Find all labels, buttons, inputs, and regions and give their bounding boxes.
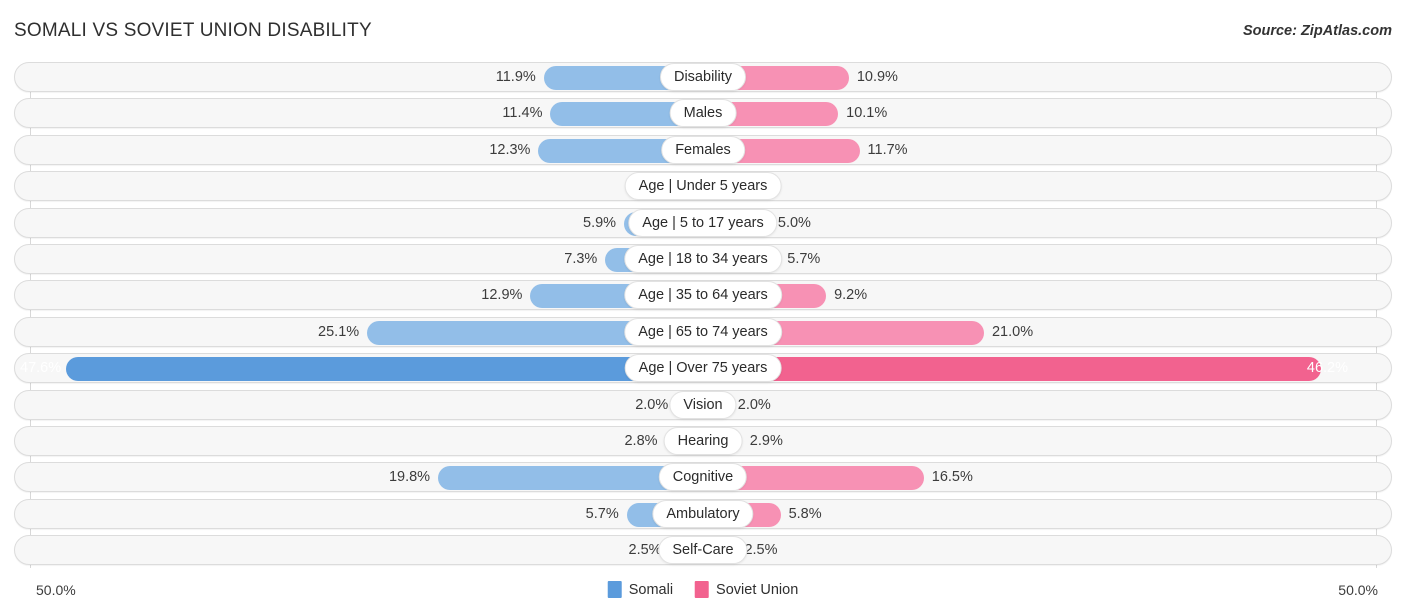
value-label-somali: 12.9% <box>481 287 523 304</box>
legend-item[interactable]: Soviet Union <box>695 581 798 598</box>
square-swatch-icon <box>695 581 710 598</box>
legend-label: Soviet Union <box>716 581 799 598</box>
legend-item[interactable]: Somali <box>607 581 674 598</box>
bar-row: 12.9% 9.2% Age | 35 to 64 years <box>0 280 1406 311</box>
value-label-soviet-union: 16.5% <box>931 469 973 486</box>
category-label: Males <box>669 99 737 128</box>
value-label-somali: 2.5% <box>628 542 662 559</box>
category-label: Hearing <box>663 426 743 455</box>
bar-row: 5.7% 5.8% Ambulatory <box>0 498 1406 529</box>
category-label: Cognitive <box>658 463 748 492</box>
source-attribution: Source: ZipAtlas.com <box>1242 23 1392 39</box>
value-label-soviet-union: 11.7% <box>867 141 908 158</box>
chart-legend: Somali Soviet Union <box>607 581 798 598</box>
value-label-soviet-union: 5.0% <box>777 214 811 231</box>
value-label-soviet-union: 2.5% <box>744 542 778 559</box>
category-label: Vision <box>669 390 737 419</box>
value-label-soviet-union: 9.2% <box>834 287 868 304</box>
category-label: Age | Under 5 years <box>624 172 782 201</box>
bar-soviet-union <box>703 357 1322 382</box>
axis-label-right: 50.0% <box>1338 582 1378 598</box>
bar-row: 7.3% 5.7% Age | 18 to 34 years <box>0 243 1406 274</box>
bar-row: 12.3% 11.7% Females <box>0 134 1406 165</box>
value-label-somali: 5.7% <box>585 505 619 522</box>
value-label-soviet-union: 21.0% <box>991 323 1034 340</box>
value-label-soviet-union: 5.7% <box>787 250 821 267</box>
value-label-soviet-union: 10.1% <box>846 105 888 122</box>
category-label: Age | 65 to 74 years <box>624 317 782 346</box>
square-swatch-icon <box>607 581 622 598</box>
bar-row: 1.2%0.95%Age | Under 5 years <box>0 171 1406 202</box>
value-label-somali: 2.0% <box>635 396 669 413</box>
value-label-somali: 12.3% <box>489 141 531 158</box>
bar-row: 5.9% 5.0% Age | 5 to 17 years <box>0 207 1406 238</box>
axis-label-left: 50.0% <box>36 582 76 598</box>
chart-plot-area: 11.9% 10.9% Disability 11.4% 10.1% Males 12.3%… <box>0 62 1406 574</box>
category-label: Disability <box>659 63 747 91</box>
bar-row: 11.4% 10.1% Males <box>0 98 1406 129</box>
value-label-soviet-union: 2.9% <box>749 432 783 449</box>
value-label-somali: 7.3% <box>564 250 598 267</box>
bar-row: 2.5% 2.5% Self-Care <box>0 535 1406 566</box>
value-label-somali: 25.1% <box>318 323 360 340</box>
chart-footer: 50.0% Somali Soviet Union 50.0% <box>0 574 1406 612</box>
category-label: Self-Care <box>658 536 748 565</box>
bar-row: 19.8% 16.5% Cognitive <box>0 462 1406 493</box>
value-label-soviet-union: 46.2% <box>1306 360 1348 377</box>
value-label-soviet-union: 5.8% <box>788 505 822 522</box>
bar-somali <box>66 357 703 382</box>
category-label: Ambulatory <box>652 499 754 528</box>
category-label: Age | 18 to 34 years <box>624 244 782 273</box>
bar-row: 2.0% 2.0% Vision <box>0 389 1406 420</box>
value-label-soviet-union: 2.0% <box>737 396 771 413</box>
value-label-somali: 11.9% <box>495 69 536 85</box>
value-label-somali: 11.4% <box>502 105 543 122</box>
value-label-somali: 2.8% <box>624 432 658 449</box>
bar-row: 47.6% 46.2% Age | Over 75 years <box>0 353 1406 384</box>
bar-row: 11.9% 10.9% Disability <box>0 62 1406 92</box>
bar-row: 25.1% 21.0% Age | 65 to 74 years <box>0 316 1406 347</box>
value-label-somali: 5.9% <box>583 214 617 231</box>
category-label: Age | 35 to 64 years <box>624 281 782 310</box>
value-label-somali: 19.8% <box>388 469 431 486</box>
legend-label: Somali <box>628 581 674 598</box>
page-title: SOMALI VS SOVIET UNION DISABILITY <box>14 20 372 41</box>
value-label-somali: 47.6% <box>20 360 62 377</box>
chart-header: SOMALI VS SOVIET UNION DISABILITY Source… <box>0 0 1406 62</box>
bar-row: 2.8% 2.9% Hearing <box>0 425 1406 456</box>
category-label: Females <box>661 135 745 164</box>
value-label-soviet-union: 10.9% <box>856 69 898 85</box>
bar-row-list: 11.9% 10.9% Disability 11.4% 10.1% Males 12.3%… <box>0 62 1406 571</box>
category-label: Age | Over 75 years <box>624 354 782 383</box>
category-label: Age | 5 to 17 years <box>628 208 778 237</box>
